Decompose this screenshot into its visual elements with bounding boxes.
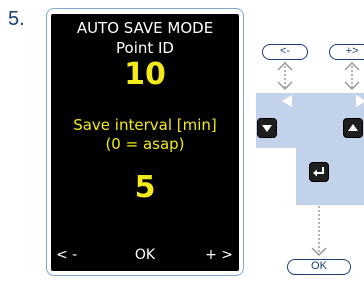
keypad-cutout (256, 148, 296, 205)
next-button-label: +> (329, 44, 364, 60)
right-pointer-icon (356, 95, 364, 107)
up-arrow-key[interactable] (343, 118, 363, 138)
ok-button-label: OK (287, 259, 351, 275)
enter-icon (313, 167, 324, 177)
enter-key[interactable] (309, 162, 329, 182)
left-pointer-icon (282, 95, 292, 107)
chevron-down-icon (262, 125, 272, 132)
chevron-up-icon (348, 124, 358, 131)
down-arrow-key[interactable] (257, 118, 277, 138)
prev-button-label: <- (262, 44, 308, 60)
